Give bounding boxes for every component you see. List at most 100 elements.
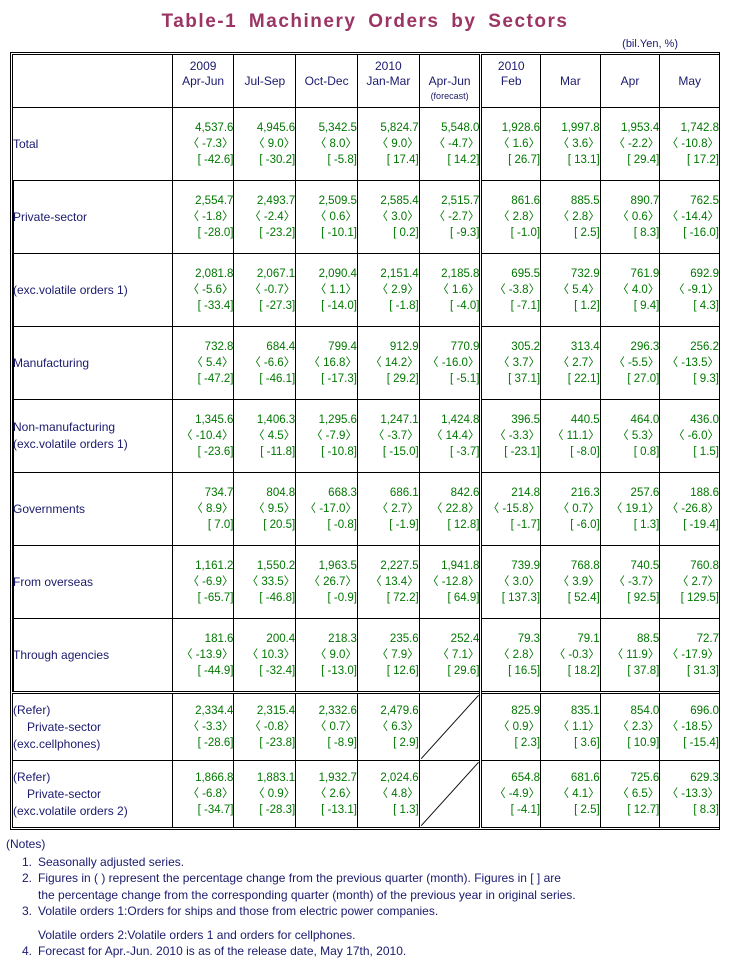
cell-change-prev-period: 〈 6.3〉 (376, 721, 419, 733)
data-cell: 214.8 〈 -15.8〉 [ -1.7] (479, 472, 542, 546)
cell-change-year-over-year: [ 20.5] (263, 519, 296, 531)
row-label-through-agencies: Through agencies (12, 618, 173, 693)
cell-change-year-over-year: [ -4.1] (510, 804, 541, 816)
header-year: 2009 (189, 58, 217, 73)
data-cell: 2,081.8 〈 -5.6〉 [ -33.4] (171, 253, 235, 327)
cell-change-prev-period: 〈 13.4〉 (370, 576, 419, 588)
cell-value: 2,227.5 (380, 560, 419, 572)
cell-value: 1,883.1 (256, 772, 296, 784)
cell-change-prev-period: 〈 -6.0〉 (672, 430, 719, 442)
data-cell: 4,537.6 〈 -7.3〉 [ -42.6] (171, 107, 235, 181)
cell-change-prev-period: 〈 22.8〉 (430, 503, 480, 515)
cell-change-prev-period: 〈 3.6〉 (557, 138, 600, 150)
note-item: 2. Figures in ( ) represent the percentag… (6, 870, 730, 903)
data-cell: 654.8 〈 -4.9〉 [ -4.1] (479, 760, 542, 828)
note-text: Forecast for Apr.-Jun. 2010 is as of the… (38, 944, 407, 958)
cell-change-prev-period: 〈 -5.5〉 (613, 357, 660, 369)
cell-value: 5,342.5 (318, 122, 357, 134)
data-cell: 296.3 〈 -5.5〉 [ 27.0] (599, 326, 661, 400)
cell-value: 885.5 (570, 195, 600, 207)
cell-change-year-over-year: [ -19.4] (683, 519, 719, 531)
table-row: Non-manufacturing (exc.volatile orders 1)… (12, 399, 720, 473)
header-col-oct-dec: Oct-Dec (295, 54, 358, 108)
cell-change-prev-period: 〈 -10.8〉 (666, 138, 719, 150)
cell-value: 686.1 (389, 487, 419, 499)
cell-value: 842.6 (450, 487, 480, 499)
cell-value: 2,515.7 (441, 195, 480, 207)
header-row: 2009 Apr-Jun Jul-Sep Oct-Dec 2010 Jan-Mar … (12, 54, 720, 108)
cell-change-prev-period: 〈 -5.6〉 (187, 284, 234, 296)
cell-value: 218.3 (328, 633, 357, 645)
cell-change-prev-period: 〈 -10.4〉 (181, 430, 234, 442)
data-cell: 79.1 〈 -0.3〉 [ 18.2] (540, 618, 601, 693)
table-body: Total 4,537.6 〈 -7.3〉 [ -42.6] 4,945.6 〈 9.0〉… (12, 107, 720, 828)
row-label-line3: (exc.volatile orders 2) (13, 803, 128, 818)
cell-change-prev-period: 〈 2.8〉 (497, 211, 541, 223)
cell-change-year-over-year: [ -9.3] (450, 227, 480, 239)
header-forecast-note: (forecast) (430, 90, 469, 101)
cell-value: 2,585.4 (380, 195, 419, 207)
machinery-orders-table: 2009 Apr-Jun Jul-Sep Oct-Dec 2010 Jan-Mar … (12, 54, 720, 828)
cell-change-year-over-year: [ 2.3] (514, 737, 541, 749)
cell-change-year-over-year: [ -5.1] (450, 373, 480, 385)
cell-change-year-over-year: [ -46.8] (259, 592, 296, 604)
header-period: May (678, 73, 701, 88)
data-cell: 396.5 〈 -3.3〉 [ -23.1] (479, 399, 542, 473)
row-label-from-overseas: From overseas (12, 545, 173, 619)
cell-change-prev-period: 〈 -17.9〉 (666, 649, 719, 661)
data-cell: 1,406.3 〈 4.5〉 [ -11.8] (233, 399, 297, 473)
cell-change-year-over-year: [ 137.3] (501, 592, 541, 604)
cell-value: 1,345.6 (195, 414, 234, 426)
header-year (234, 59, 295, 74)
cell-change-prev-period: 〈 2.3〉 (617, 721, 660, 733)
data-cell: 2,554.7 〈 -1.8〉 [ -28.0] (171, 180, 235, 254)
data-cell: 216.3 〈 0.7〉 [ -6.0] (540, 472, 601, 546)
cell-value: 668.3 (328, 487, 357, 499)
data-cell: 684.4 〈 -6.6〉 [ -46.1] (233, 326, 297, 400)
cell-change-prev-period: 〈 -6.6〉 (249, 357, 296, 369)
header-period: Apr (620, 73, 640, 88)
data-cell: 1,295.6 〈 -7.9〉 [ -10.8] (295, 399, 358, 473)
cell-change-prev-period: 〈 -6.9〉 (187, 576, 234, 588)
note-continuation: the percentage change from the correspon… (38, 887, 576, 902)
cell-change-prev-period: 〈 11.1〉 (551, 430, 600, 442)
cell-change-year-over-year: [ 12.7] (627, 804, 660, 816)
cell-change-prev-period: 〈 -0.3〉 (553, 649, 600, 661)
note-subline: Volatile orders 2:Volatile orders 1 and … (38, 927, 356, 942)
cell-value: 1,866.8 (195, 772, 234, 784)
table-row: Total 4,537.6 〈 -7.3〉 [ -42.6] 4,945.6 〈 9.0〉… (12, 107, 720, 181)
cell-value: 654.8 (511, 772, 541, 784)
data-cell: 2,185.8 〈 1.6〉 [ -4.0] (418, 253, 482, 327)
cell-value: 760.8 (690, 560, 719, 572)
header-period: Jul-Sep (244, 73, 286, 88)
cell-change-year-over-year: [ -47.2] (197, 373, 234, 385)
row-label-non-manufacturing: Non-manufacturing (exc.volatile orders 1) (12, 399, 173, 473)
cell-change-prev-period: 〈 -18.5〉 (666, 721, 719, 733)
data-cell: 740.5 〈 -3.7〉 [ 92.5] (599, 545, 661, 619)
cell-change-year-over-year: [ -65.7] (197, 592, 234, 604)
cell-value: 1,742.8 (680, 122, 719, 134)
cell-change-prev-period: 〈 -13.3〉 (666, 788, 719, 800)
cell-value: 257.6 (630, 487, 660, 499)
cell-change-year-over-year: [ 18.2] (567, 665, 600, 677)
data-cell: 1,883.1 〈 0.9〉 [ -28.3] (233, 760, 297, 828)
cell-value: 200.4 (266, 633, 296, 645)
cell-change-year-over-year: [ 12.6] (386, 665, 419, 677)
data-cell: 1,550.2 〈 33.5〉 [ -46.8] (233, 545, 297, 619)
cell-value: 440.5 (570, 414, 600, 426)
cell-change-prev-period: 〈 -14.4〉 (666, 211, 719, 223)
cell-change-year-over-year: [ -1.0] (510, 227, 541, 239)
cell-change-prev-period: 〈 5.4〉 (557, 284, 600, 296)
header-forecast-note (173, 89, 234, 104)
cell-value: 768.8 (570, 560, 600, 572)
cell-change-year-over-year: [ 1.3] (393, 804, 419, 816)
cell-value: 804.8 (266, 487, 296, 499)
cell-change-prev-period: 〈 14.4〉 (430, 430, 480, 442)
cell-change-prev-period: 〈 2.7〉 (376, 503, 419, 515)
cell-change-prev-period: 〈 -3.3〉 (494, 430, 541, 442)
cell-change-year-over-year: [ 37.8] (627, 665, 660, 677)
cell-change-year-over-year: [ 10.9] (627, 737, 660, 749)
cell-change-year-over-year: [ -23.1] (504, 446, 541, 458)
cell-value: 252.4 (450, 633, 480, 645)
cell-change-year-over-year: [ -1.9] (389, 519, 419, 531)
